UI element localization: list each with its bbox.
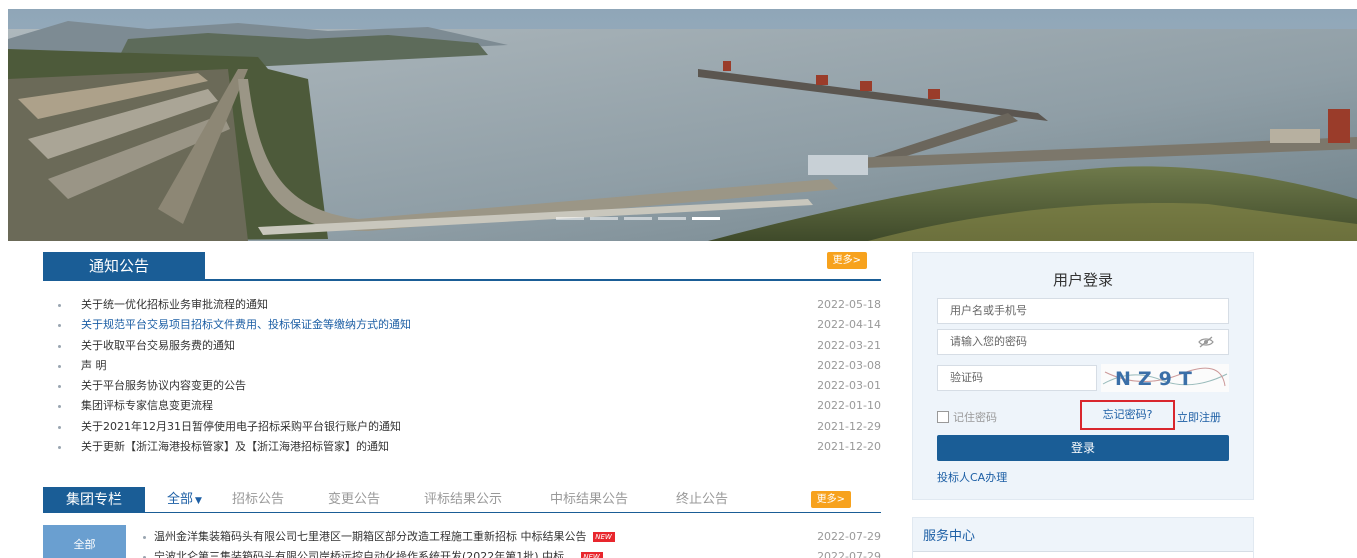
notice-item[interactable]: 关于规范平台交易项目招标文件费用、投标保证金等缴纳方式的通知 2022-04-14 bbox=[43, 315, 881, 335]
tab-evaluation-result[interactable]: 评标结果公示 bbox=[424, 487, 502, 513]
tab-termination-notice[interactable]: 终止公告 bbox=[676, 487, 728, 513]
register-link[interactable]: 立即注册 bbox=[1177, 409, 1221, 425]
group-column-panel: 集团专栏 全部 ▼ 招标公告 变更公告 评标结果公示 中标结果公告 终止公告 更多… bbox=[43, 487, 881, 558]
tab-tender-notice[interactable]: 招标公告 bbox=[232, 487, 284, 513]
username-input[interactable]: 用户名或手机号 bbox=[937, 298, 1229, 324]
port-landscape-image bbox=[8, 9, 1357, 241]
service-center-body bbox=[913, 551, 1253, 558]
notice-item[interactable]: 声 明 2022-03-08 bbox=[43, 356, 881, 376]
group-more-button[interactable]: 更多> bbox=[810, 491, 851, 508]
tab-award-result[interactable]: 中标结果公告 bbox=[550, 487, 628, 513]
ca-apply-link[interactable]: 投标人CA办理 bbox=[937, 469, 1007, 485]
forgot-password-link[interactable]: 忘记密码? bbox=[1080, 400, 1175, 430]
captcha-input[interactable]: 验证码 bbox=[937, 365, 1097, 391]
remember-checkbox[interactable] bbox=[937, 411, 949, 423]
group-header: 集团专栏 全部 ▼ 招标公告 变更公告 评标结果公示 中标结果公告 终止公告 更多… bbox=[43, 487, 881, 513]
password-input[interactable]: 请输入您的密码 bbox=[937, 329, 1229, 355]
captcha-image[interactable]: NZ9T bbox=[1101, 364, 1229, 392]
login-panel: 用户登录 用户名或手机号 请输入您的密码 验证码 NZ9T 记住密码 忘记密码?… bbox=[912, 252, 1254, 500]
group-title: 集团专栏 bbox=[43, 487, 145, 513]
list-item-date: 2022-07-29 bbox=[817, 530, 881, 543]
notice-header: 通知公告 更多> bbox=[43, 252, 881, 281]
banner-dot-active[interactable] bbox=[692, 217, 720, 220]
notice-item[interactable]: 集团评标专家信息变更流程 2022-01-10 bbox=[43, 396, 881, 416]
list-item[interactable]: 温州金洋集装箱码头有限公司七里港区一期箱区部分改造工程施工重新招标 中标结果公告… bbox=[143, 527, 615, 547]
new-badge: NEW bbox=[592, 532, 615, 542]
notice-more-button[interactable]: 更多> bbox=[826, 252, 867, 269]
captcha-text: NZ9T bbox=[1115, 368, 1199, 390]
login-button[interactable]: 登录 bbox=[937, 435, 1229, 461]
list-item[interactable]: 宁波北仑第三集装箱码头有限公司岸桥远控自动化操作系统开发(2022年第1批) 中… bbox=[143, 547, 603, 558]
notice-item[interactable]: 关于平台服务协议内容变更的公告 2022-03-01 bbox=[43, 376, 881, 396]
banner-indicator bbox=[556, 217, 720, 220]
notice-item[interactable]: 关于统一优化招标业务审批流程的通知 2022-05-18 bbox=[43, 295, 881, 315]
notice-list: 关于统一优化招标业务审批流程的通知 2022-05-18 关于规范平台交易项目招标… bbox=[43, 295, 881, 457]
service-center-title: 服务中心 bbox=[923, 529, 976, 544]
caret-down-icon: ▼ bbox=[195, 496, 202, 506]
notice-title: 通知公告 bbox=[43, 252, 205, 281]
banner-dot[interactable] bbox=[658, 217, 686, 220]
new-badge: NEW bbox=[580, 552, 603, 558]
eye-off-icon[interactable] bbox=[1198, 336, 1214, 348]
banner-dot[interactable] bbox=[624, 217, 652, 220]
tab-change-notice[interactable]: 变更公告 bbox=[328, 487, 380, 513]
notice-item[interactable]: 关于更新【浙江海港投标管家】及【浙江海港招标管家】的通知 2021-12-20 bbox=[43, 437, 881, 457]
notice-item[interactable]: 关于收取平台交易服务费的通知 2022-03-21 bbox=[43, 336, 881, 356]
tab-all[interactable]: 全部 ▼ bbox=[167, 487, 202, 513]
notice-item[interactable]: 关于2021年12月31日暂停使用电子招标采购平台银行账户的通知 2021-12-… bbox=[43, 417, 881, 437]
banner-dot[interactable] bbox=[556, 217, 584, 220]
hero-banner[interactable] bbox=[8, 9, 1357, 241]
remember-password-toggle[interactable]: 记住密码 bbox=[937, 409, 997, 425]
list-item-date: 2022-07-29 bbox=[817, 550, 881, 558]
notice-panel: 通知公告 更多> 关于统一优化招标业务审批流程的通知 2022-05-18 关于规… bbox=[43, 252, 881, 457]
login-title: 用户登录 bbox=[1052, 271, 1113, 289]
side-category-all[interactable]: 全部 bbox=[43, 525, 126, 558]
service-center-panel: 服务中心 bbox=[912, 517, 1254, 558]
banner-dot[interactable] bbox=[590, 217, 618, 220]
